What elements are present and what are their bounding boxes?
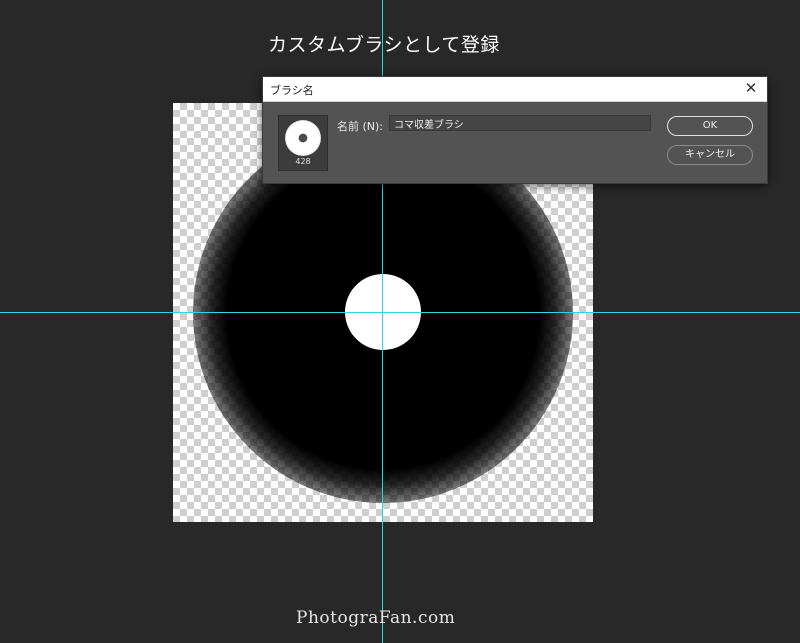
brush-size-label: 428 — [295, 157, 311, 166]
step-heading: カスタムブラシとして登録 — [268, 34, 500, 56]
brush-name-input[interactable] — [389, 115, 651, 131]
dialog-titlebar[interactable]: ブラシ名 ✕ — [263, 77, 767, 102]
dialog-title: ブラシ名 — [270, 84, 314, 97]
brush-name-dialog: ブラシ名 ✕ 428 名前 (N): OK キャンセル — [262, 76, 768, 184]
name-field-label: 名前 (N): — [337, 120, 384, 133]
cancel-button[interactable]: キャンセル — [667, 145, 753, 165]
horizontal-guide[interactable] — [0, 312, 800, 313]
workspace: カスタムブラシとして登録 ブラシ名 ✕ 428 名前 (N): OK キャンセル… — [0, 0, 800, 643]
site-watermark: PhotograFan.com — [296, 608, 456, 628]
ok-button[interactable]: OK — [667, 116, 753, 136]
brush-tip-icon — [285, 120, 321, 156]
close-icon[interactable]: ✕ — [743, 80, 759, 96]
brush-preview: 428 — [278, 115, 328, 171]
